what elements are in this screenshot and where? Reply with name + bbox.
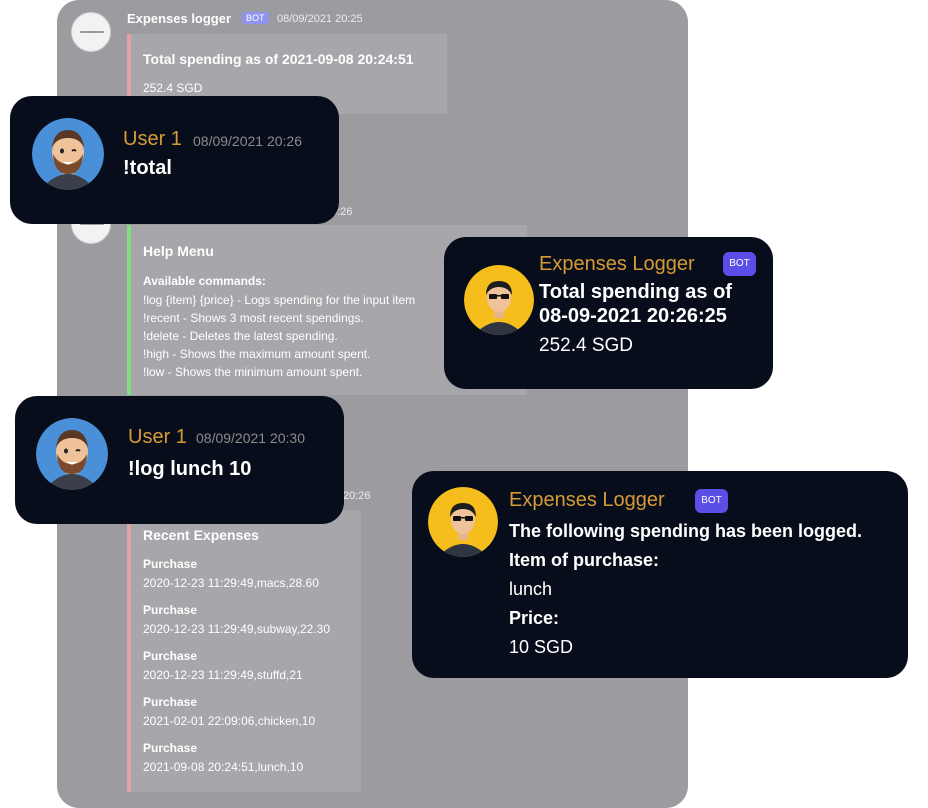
user-total-bubble: User 1 08/09/2021 20:26 !total xyxy=(10,96,339,224)
bot-badge: BOT xyxy=(723,252,756,276)
recent-expenses-embed: Recent Expenses Purchase 2020-12-23 11:2… xyxy=(127,510,361,792)
bot-avatar[interactable] xyxy=(71,12,111,52)
purchase-value: 2021-02-01 22:09:06,chicken,10 xyxy=(143,714,316,728)
purchase-label: Purchase xyxy=(143,741,198,755)
purchase-label: Purchase xyxy=(143,695,198,709)
message-timestamp: 08/09/2021 20:26 xyxy=(193,133,302,149)
message-timestamp: 08/09/2021 20:25 xyxy=(277,13,363,25)
bot-face-icon xyxy=(464,265,534,335)
bot-avatar[interactable] xyxy=(464,265,534,335)
bot-avatar[interactable] xyxy=(428,487,498,557)
message-timestamp: 20:26 xyxy=(343,490,371,502)
bot-total-bubble: Expenses Logger BOT Total spending as of… xyxy=(444,237,773,389)
message-text: !total xyxy=(123,157,172,179)
command-line: !log {item} {price} - Logs spending for … xyxy=(143,293,416,307)
total-line: Total spending as of xyxy=(539,281,732,303)
purchase-value: 2020-12-23 11:29:49,stuffd,21 xyxy=(143,668,303,682)
bot-tag: BOT xyxy=(242,12,269,24)
embed-title: Total spending as of 2021-09-08 20:24:51 xyxy=(143,51,414,67)
user-name[interactable]: User 1 xyxy=(128,426,187,449)
bot-name[interactable]: Expenses Logger xyxy=(539,253,695,276)
purchase-label: Purchase xyxy=(143,603,198,617)
purchase-label: Purchase xyxy=(143,557,198,571)
message-text: !log lunch 10 xyxy=(128,458,252,480)
command-line: !delete - Deletes the latest spending. xyxy=(143,329,338,343)
user-avatar[interactable] xyxy=(36,418,108,490)
command-line: !low - Shows the minimum amount spent. xyxy=(143,365,363,379)
logged-confirmation: The following spending has been logged. xyxy=(509,521,863,541)
item-value: lunch xyxy=(509,579,553,599)
item-label: Item of purchase: xyxy=(509,550,660,570)
purchase-value: 2020-12-23 11:29:49,subway,22.30 xyxy=(143,622,331,636)
message-timestamp: 08/09/2021 20:30 xyxy=(196,430,305,446)
purchase-label: Purchase xyxy=(143,649,198,663)
user-name[interactable]: User 1 xyxy=(123,128,182,151)
bot-author-name[interactable]: Expenses logger xyxy=(127,11,231,26)
user-face-icon xyxy=(32,118,104,190)
price-value: 10 SGD xyxy=(509,637,574,657)
command-line: !recent - Shows 3 most recent spendings. xyxy=(143,311,364,325)
purchase-value: 2021-09-08 20:24:51,lunch,10 xyxy=(143,760,304,774)
user-face-icon xyxy=(36,418,108,490)
command-line: !high - Shows the maximum amount spent. xyxy=(143,347,371,361)
bot-name[interactable]: Expenses Logger xyxy=(509,489,665,512)
embed-title: Recent Expenses xyxy=(143,527,259,543)
total-amount: 252.4 SGD xyxy=(539,335,633,356)
bot-badge: BOT xyxy=(695,489,728,513)
bot-log-bubble: Expenses Logger BOT The following spendi… xyxy=(412,471,908,678)
purchase-value: 2020-12-23 11:29:49,macs,28.60 xyxy=(143,576,319,590)
commands-heading: Available commands: xyxy=(143,274,266,288)
embed-value: 252.4 SGD xyxy=(143,81,203,95)
embed-title: Help Menu xyxy=(143,243,214,259)
user-log-bubble: User 1 08/09/2021 20:30 !log lunch 10 xyxy=(15,396,344,524)
user-avatar[interactable] xyxy=(32,118,104,190)
total-timestamp: 08-09-2021 20:26:25 xyxy=(539,305,727,327)
price-label: Price: xyxy=(509,608,560,628)
bot-face-icon xyxy=(428,487,498,557)
